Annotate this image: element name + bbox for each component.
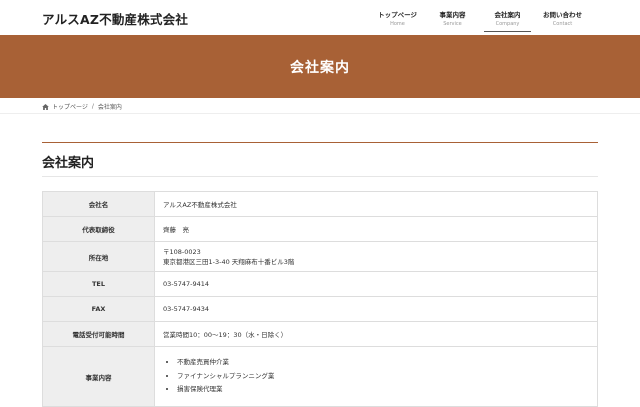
section-title-underline xyxy=(42,176,598,177)
nav-label: 事業内容 xyxy=(439,11,466,19)
nav-sublabel: Service xyxy=(443,21,462,27)
table-row: 代表取締役 齊藤 亮 xyxy=(42,216,598,242)
nav-item-service[interactable]: 事業内容 Service xyxy=(425,0,480,33)
page-hero-banner: 会社案内 xyxy=(0,35,640,98)
table-row: FAX 03-5747-9434 xyxy=(42,296,598,322)
nav-label: 会社案内 xyxy=(494,11,521,19)
row-value-phone-hours: 営業時間10：00〜19：30（水・日除く） xyxy=(154,321,598,347)
nav-sublabel: Contact xyxy=(552,21,573,27)
address-zip: 〒108-0023 xyxy=(163,247,201,256)
main-nav: トップページ Home 事業内容 Service 会社案内 Company お問… xyxy=(370,0,590,35)
nav-sublabel: Company xyxy=(495,21,520,27)
row-label-phone-hours: 電話受付可能時間 xyxy=(42,321,155,347)
row-value-fax: 03-5747-9434 xyxy=(154,296,598,322)
site-logo[interactable]: アルスAZ不動産株式会社 xyxy=(42,9,188,28)
section-title: 会社案内 xyxy=(42,156,95,171)
nav-item-contact[interactable]: お問い合わせ Contact xyxy=(535,0,590,33)
table-row: 所在地 〒108-0023 東京都港区三田1-3-40 天翔麻布十番ビル3階 xyxy=(42,241,598,272)
hero-title: 会社案内 xyxy=(290,59,350,76)
site-header: アルスAZ不動産株式会社 トップページ Home 事業内容 Service 会社… xyxy=(0,0,640,35)
home-icon xyxy=(42,103,49,110)
list-item: 損害保険代理業 xyxy=(177,383,589,397)
table-row: 事業内容 不動産売買仲介業 ファイナンシャルプランニング業 損害保険代理業 xyxy=(42,346,598,407)
row-label-fax: FAX xyxy=(42,296,155,322)
breadcrumb-current: 会社案内 xyxy=(97,104,122,111)
nav-item-company[interactable]: 会社案内 Company xyxy=(480,0,535,33)
row-value-address: 〒108-0023 東京都港区三田1-3-40 天翔麻布十番ビル3階 xyxy=(154,241,598,272)
row-value-representative: 齊藤 亮 xyxy=(154,216,598,242)
table-row: TEL 03-5747-9414 xyxy=(42,271,598,297)
company-info-table: 会社名 アルスAZ不動産株式会社 代表取締役 齊藤 亮 所在地 〒108-002… xyxy=(42,191,598,407)
nav-item-home[interactable]: トップページ Home xyxy=(370,0,425,33)
breadcrumb-divider xyxy=(0,113,640,114)
row-value-tel: 03-5747-9414 xyxy=(154,271,598,297)
nav-label: お問い合わせ xyxy=(543,11,582,19)
row-label-tel: TEL xyxy=(42,271,155,297)
row-value-business: 不動産売買仲介業 ファイナンシャルプランニング業 損害保険代理業 xyxy=(154,346,598,407)
row-label-address: 所在地 xyxy=(42,241,155,272)
nav-label: トップページ xyxy=(378,11,417,19)
breadcrumb: トップページ / 会社案内 xyxy=(42,102,122,111)
list-item: ファイナンシャルプランニング業 xyxy=(177,370,589,384)
list-item: 不動産売買仲介業 xyxy=(177,356,589,370)
row-label-business: 事業内容 xyxy=(42,346,155,407)
business-list: 不動産売買仲介業 ファイナンシャルプランニング業 損害保険代理業 xyxy=(163,356,589,397)
address-line: 東京都港区三田1-3-40 天翔麻布十番ビル3階 xyxy=(163,257,295,266)
table-row: 会社名 アルスAZ不動産株式会社 xyxy=(42,191,598,217)
row-label-representative: 代表取締役 xyxy=(42,216,155,242)
breadcrumb-home-link[interactable]: トップページ xyxy=(52,102,88,111)
table-row: 電話受付可能時間 営業時間10：00〜19：30（水・日除く） xyxy=(42,321,598,347)
row-value-company-name: アルスAZ不動産株式会社 xyxy=(154,191,598,217)
nav-sublabel: Home xyxy=(390,21,405,27)
row-label-company-name: 会社名 xyxy=(42,191,155,217)
section-top-rule xyxy=(42,142,598,143)
breadcrumb-separator: / xyxy=(91,103,94,110)
